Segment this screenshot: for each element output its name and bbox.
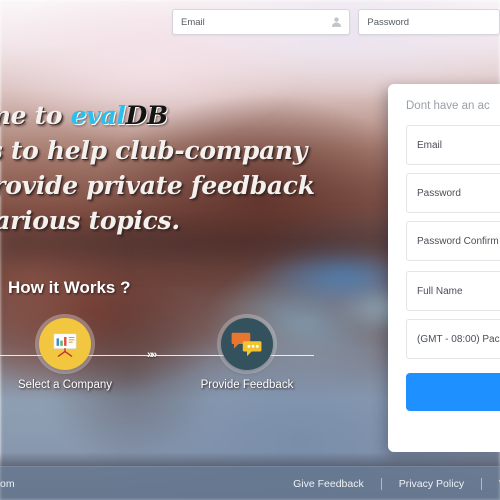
register-submit-button[interactable]: S (406, 373, 500, 411)
chevron-right-icon: »» (147, 349, 157, 361)
hero-line-1-text: ...come to (0, 101, 63, 130)
how-it-works-section: How it Works ? »» Select a Company Provi… (0, 278, 330, 404)
hero-line-3: ...provide private feedback (0, 171, 315, 200)
top-login-bar: Email Password (0, 0, 500, 44)
hero-line-4: various topics. (0, 206, 180, 235)
page-root: Email Password ...come to evalDB ...n is… (0, 0, 500, 500)
steps-container: »» Select a Company Provide Feedback (0, 318, 330, 404)
topbar-email-placeholder: Email (181, 16, 205, 28)
step-select-a-company[interactable]: Select a Company (0, 318, 130, 391)
topbar-email-input[interactable]: Email (172, 9, 351, 35)
footer-link-third[interactable]: W (482, 478, 500, 490)
register-password-input[interactable]: Password (406, 173, 500, 213)
user-icon (332, 17, 342, 27)
register-heading: Dont have an ac (406, 100, 490, 112)
brand-eval: eval (70, 101, 126, 130)
footer-site-text: b.com (0, 477, 15, 490)
register-card: Dont have an ac Email Password Password … (388, 84, 500, 452)
step-2-label: Provide Feedback (200, 379, 294, 391)
step-2-circle (221, 318, 273, 370)
register-password-confirm-input[interactable]: Password Confirm (406, 221, 500, 261)
hero-line-1: ...come to evalDB (0, 98, 348, 133)
step-1-circle (39, 318, 91, 370)
brand-db: DB (125, 101, 169, 130)
footer-links: Give Feedback Privacy Policy W (276, 477, 500, 490)
hero-line-2: ...n is to help club-company (0, 136, 308, 165)
presentation-chart-icon (53, 333, 77, 357)
hero-copy: ...come to evalDB ...n is to help club-c… (0, 98, 348, 238)
step-provide-feedback[interactable]: Provide Feedback (182, 318, 312, 391)
topbar-password-input[interactable]: Password (358, 9, 500, 35)
register-timezone-select[interactable]: (GMT - 08:00) Pacif (406, 319, 500, 359)
register-password-placeholder: Password (417, 187, 461, 199)
footer-link-give-feedback[interactable]: Give Feedback (276, 478, 381, 490)
footer-bar: b.com Give Feedback Privacy Policy W (0, 466, 500, 500)
register-email-input[interactable]: Email (406, 125, 500, 165)
how-it-works-title: How it Works ? (8, 278, 131, 297)
step-1-label: Select a Company (18, 379, 112, 391)
register-timezone-value: (GMT - 08:00) Pacif (417, 333, 500, 345)
register-full-name-placeholder: Full Name (417, 285, 463, 297)
footer-link-privacy-policy[interactable]: Privacy Policy (382, 478, 481, 490)
register-email-placeholder: Email (417, 139, 443, 151)
register-password-confirm-placeholder: Password Confirm (417, 235, 499, 247)
register-full-name-input[interactable]: Full Name (406, 271, 500, 311)
chat-bubbles-icon (231, 332, 262, 357)
topbar-password-placeholder: Password (367, 16, 410, 28)
